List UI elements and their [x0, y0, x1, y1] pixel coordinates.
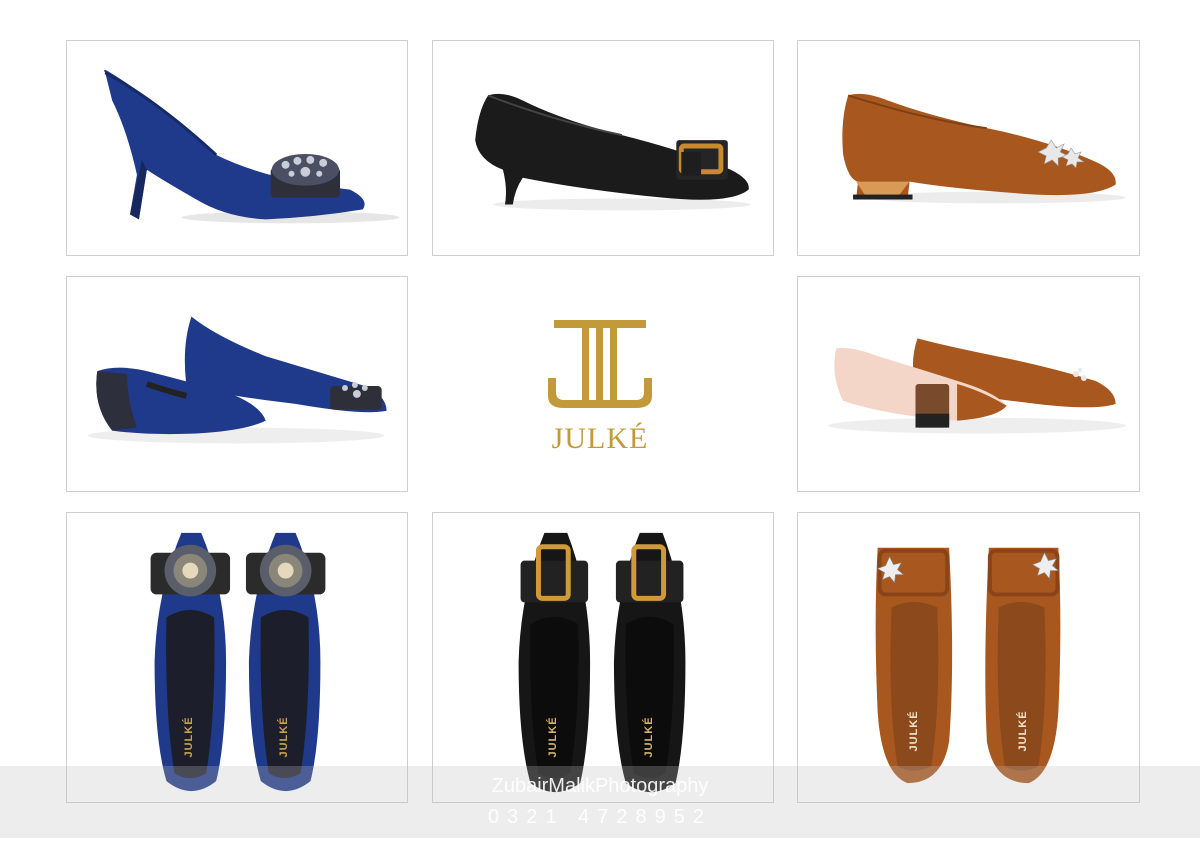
- photo-blue-pump-top: JULKÉ JULKÉ: [66, 512, 408, 803]
- insole-brand-left: JULKÉ: [908, 710, 920, 752]
- black-kitten-heel-top-image: [518, 532, 686, 793]
- insole-brand-right: JULKÉ: [1017, 710, 1029, 752]
- tan-block-heel-pair-image: [828, 338, 1126, 434]
- watermark-name: ZubairMalikPhotography: [491, 775, 709, 797]
- black-kitten-heel-side-image: [475, 93, 751, 211]
- insole-brand-right: JULKÉ: [643, 716, 655, 758]
- insole-brand-left: JULKÉ: [547, 716, 559, 758]
- photo-blue-pump-pair: [66, 276, 408, 492]
- tan-block-heel-side-image: [842, 93, 1126, 204]
- photo-black-kitten-heel-side: [432, 40, 774, 256]
- blue-pump-pair-image: [87, 316, 387, 444]
- brand-logo: JULKÉ: [520, 318, 680, 468]
- brand-name: JULKÉ: [551, 422, 649, 455]
- photo-tan-block-heel-top: JULKÉ JULKÉ: [797, 512, 1140, 803]
- insole-brand-right: JULKÉ: [278, 716, 290, 758]
- photo-tan-block-heel-pair: [797, 276, 1140, 492]
- photo-blue-pump-side: [66, 40, 408, 256]
- photo-black-kitten-heel-top: JULKÉ JULKÉ: [432, 512, 774, 803]
- blue-pump-top-image: [150, 532, 326, 792]
- insole-brand-left: JULKÉ: [183, 716, 195, 758]
- watermark-phone: 0321 4728952: [488, 806, 712, 828]
- photo-tan-block-heel-side: [797, 40, 1140, 256]
- brand-monogram-icon: [548, 320, 652, 408]
- blue-pump-side-image: [104, 70, 400, 224]
- tan-block-heel-top-image: [875, 547, 1061, 784]
